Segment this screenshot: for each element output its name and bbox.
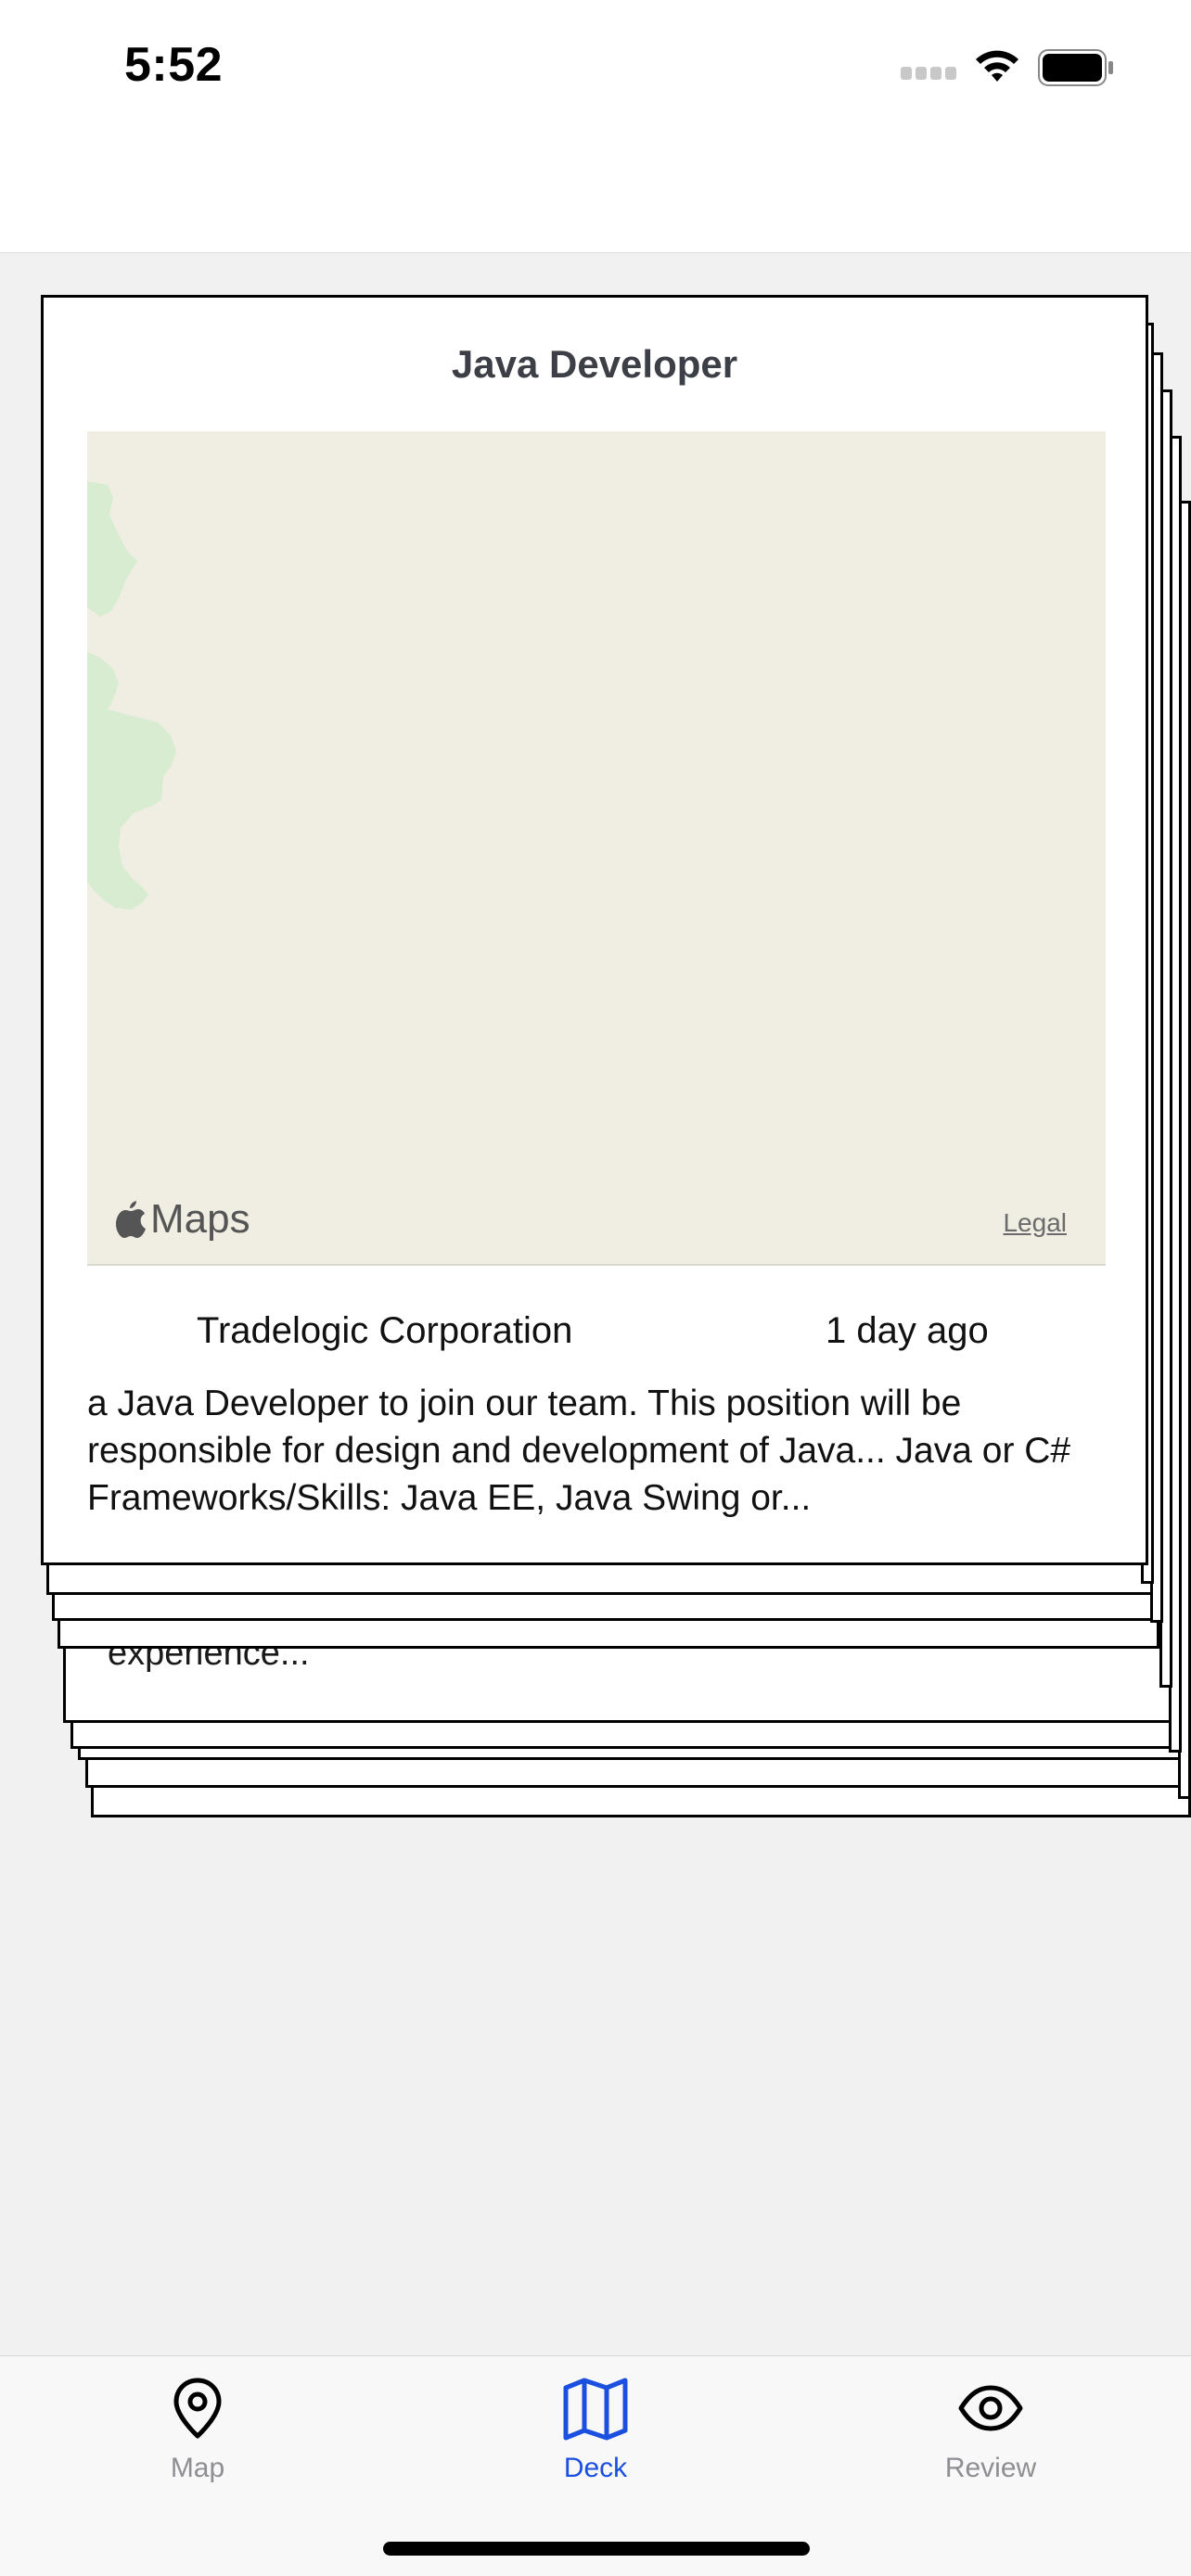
- folded-map-icon: [563, 2378, 628, 2441]
- tab-map[interactable]: Map: [96, 2375, 300, 2505]
- home-indicator[interactable]: [383, 2542, 810, 2556]
- legal-link[interactable]: Legal: [1003, 1208, 1067, 1238]
- job-card[interactable]: Java Developer Maps Legal Tradelogic Cor…: [41, 295, 1148, 1565]
- tab-review[interactable]: Review: [889, 2375, 1093, 2505]
- job-description: a Java Developer to join our team. This …: [87, 1384, 1071, 1518]
- tab-map-label: Map: [170, 2453, 225, 2483]
- map-view[interactable]: Maps Legal: [87, 431, 1106, 1266]
- eye-icon: [958, 2385, 1023, 2431]
- tab-deck-label: Deck: [563, 2453, 628, 2483]
- wifi-icon: [976, 50, 1018, 82]
- posted-date: 1 day ago: [826, 1310, 989, 1351]
- map-pin-icon: [173, 2378, 222, 2439]
- apple-maps-logo: Maps: [115, 1196, 250, 1242]
- battery-icon: [1038, 49, 1113, 86]
- map-terrain: [87, 481, 176, 910]
- apple-logo-icon: [116, 1201, 146, 1238]
- top-bar: 5:52: [0, 0, 1191, 253]
- cellular-signal-icon: [901, 67, 958, 80]
- tab-review-label: Review: [944, 2453, 1037, 2483]
- status-time: 5:52: [124, 38, 224, 92]
- job-title: Java Developer: [451, 342, 738, 386]
- tab-deck[interactable]: Deck: [493, 2375, 698, 2505]
- company-name: Tradelogic Corporation: [197, 1310, 573, 1351]
- maps-attribution: Maps: [150, 1196, 250, 1242]
